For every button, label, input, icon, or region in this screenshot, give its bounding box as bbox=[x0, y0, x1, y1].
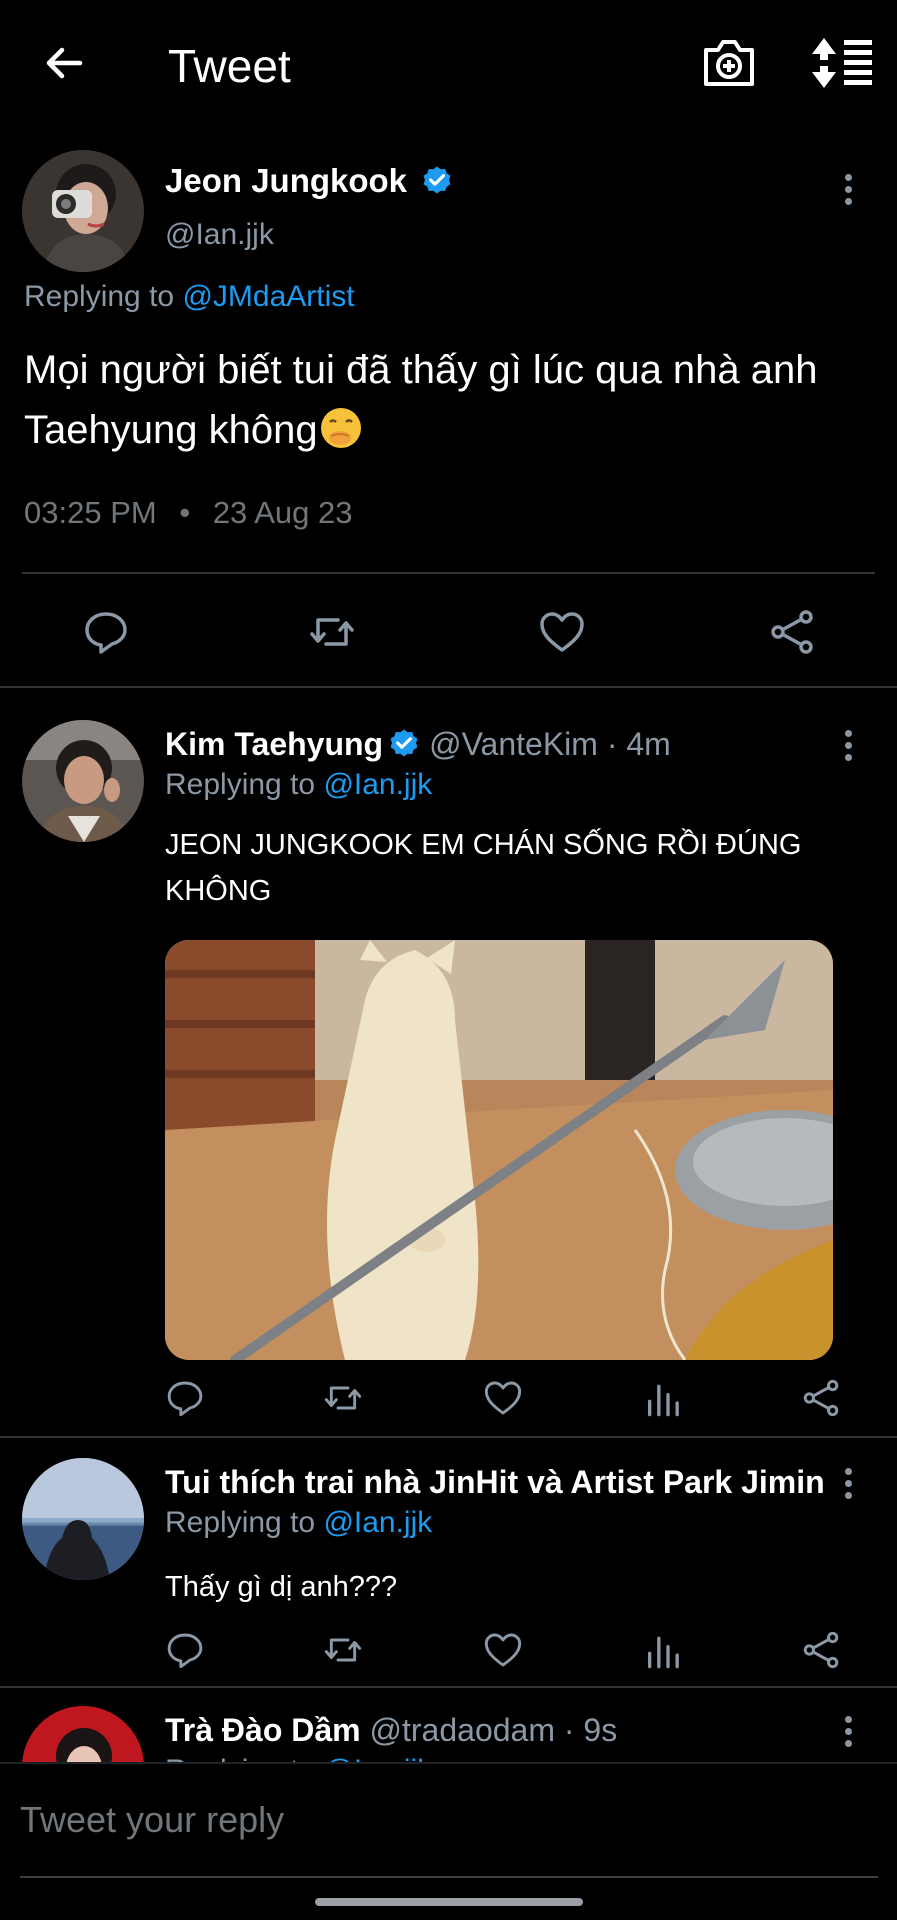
avatar[interactable] bbox=[22, 1458, 144, 1580]
author-handle[interactable]: @Ian.jjk bbox=[165, 218, 274, 252]
reply-tweet[interactable]: Trà Đào Dầm @tradaodam · 9s Replying to … bbox=[0, 1688, 897, 1762]
stats-icon[interactable] bbox=[643, 1378, 683, 1418]
tweet-text: JEON JUNGKOOK EM CHÁN SỐNG RỒI ĐÚNG KHÔN… bbox=[165, 829, 802, 907]
replying-to: Replying to @Ian.jjk bbox=[165, 1754, 432, 1762]
arrow-left-icon[interactable] bbox=[40, 38, 90, 88]
share-icon[interactable] bbox=[801, 1378, 841, 1418]
tweet-actions bbox=[165, 1376, 855, 1426]
avatar[interactable] bbox=[22, 1706, 144, 1762]
relative-time: · 9s bbox=[563, 1712, 618, 1748]
like-icon[interactable] bbox=[538, 608, 586, 656]
sort-list-icon[interactable] bbox=[810, 36, 874, 90]
replying-to-label: Replying to bbox=[165, 1754, 315, 1762]
like-icon[interactable] bbox=[483, 1378, 523, 1418]
replying-to-label: Replying to bbox=[165, 768, 316, 801]
face-with-hand-over-mouth-icon bbox=[320, 408, 361, 448]
reply-header: Tui thích trai nhà JinHit và Artist Park… bbox=[165, 1464, 825, 1501]
replying-to-label: Replying to bbox=[165, 1506, 316, 1539]
author-name-text: Jeon Jungkook bbox=[165, 162, 408, 199]
like-icon[interactable] bbox=[483, 1630, 523, 1670]
more-options-icon[interactable] bbox=[842, 1716, 854, 1750]
author-handle[interactable]: @tradaodam bbox=[370, 1712, 555, 1748]
divider bbox=[22, 572, 875, 574]
timestamp-time: 03:25 PM bbox=[24, 495, 157, 530]
tweet-text-content: Mọi người biết tui đã thấy gì lúc qua nh… bbox=[24, 348, 818, 452]
replying-to-link[interactable]: @Ian.jjk bbox=[323, 1754, 432, 1762]
composer-underline bbox=[20, 1876, 878, 1878]
tweet-text: Mọi người biết tui đã thấy gì lúc qua nh… bbox=[24, 340, 874, 460]
tweet-actions bbox=[165, 1628, 855, 1678]
retweet-icon[interactable] bbox=[308, 608, 356, 656]
replying-to-link[interactable]: @Ian.jjk bbox=[323, 768, 432, 801]
tweet-actions bbox=[0, 600, 897, 680]
reply-icon[interactable] bbox=[165, 1630, 205, 1670]
author-name[interactable]: Tui thích trai nhà JinHit và Artist Park… bbox=[165, 1464, 825, 1500]
more-options-icon[interactable] bbox=[842, 174, 854, 208]
replying-to-link[interactable]: @Ian.jjk bbox=[323, 1506, 432, 1539]
replying-to-label: Replying to bbox=[24, 280, 175, 313]
home-indicator[interactable] bbox=[315, 1898, 583, 1906]
top-bar: Tweet bbox=[0, 0, 897, 130]
page-title: Tweet bbox=[168, 40, 291, 92]
avatar[interactable] bbox=[22, 150, 144, 272]
share-icon[interactable] bbox=[768, 608, 816, 656]
author-name[interactable]: Trà Đào Dầm bbox=[165, 1712, 361, 1748]
verified-badge-icon bbox=[390, 729, 418, 757]
share-icon[interactable] bbox=[801, 1630, 841, 1670]
author-handle[interactable]: @VanteKim bbox=[429, 726, 598, 762]
reply-composer bbox=[0, 1762, 897, 1920]
reply-header: Trà Đào Dầm @tradaodam · 9s bbox=[165, 1712, 617, 1749]
reply-input[interactable] bbox=[20, 1790, 860, 1850]
camera-add-icon[interactable] bbox=[700, 36, 758, 90]
verified-badge-icon bbox=[423, 166, 451, 194]
reply-icon[interactable] bbox=[165, 1378, 205, 1418]
replying-to: Replying to @JMdaArtist bbox=[24, 280, 355, 314]
author-name[interactable]: Kim Taehyung bbox=[165, 726, 383, 762]
tweet-text: Thấy gì dị anh??? bbox=[165, 1571, 398, 1603]
timestamp-date: 23 Aug 23 bbox=[212, 495, 353, 530]
reply-header: Kim Taehyung @VanteKim · 4m bbox=[165, 726, 671, 763]
reply-icon[interactable] bbox=[82, 608, 130, 656]
divider bbox=[0, 1436, 897, 1438]
retweet-icon[interactable] bbox=[323, 1378, 363, 1418]
author-name[interactable]: Jeon Jungkook bbox=[165, 162, 454, 200]
replying-to-link[interactable]: @JMdaArtist bbox=[182, 280, 354, 313]
relative-time: · 4m bbox=[606, 726, 671, 762]
retweet-icon[interactable] bbox=[323, 1630, 363, 1670]
more-options-icon[interactable] bbox=[842, 1468, 854, 1502]
tweet-media-image[interactable] bbox=[165, 940, 833, 1360]
timestamp-dot: • bbox=[179, 495, 191, 530]
replying-to: Replying to @Ian.jjk bbox=[165, 1506, 432, 1540]
divider bbox=[0, 686, 897, 688]
timestamp: 03:25 PM • 23 Aug 23 bbox=[24, 495, 352, 531]
more-options-icon[interactable] bbox=[842, 730, 854, 764]
stats-icon[interactable] bbox=[643, 1630, 683, 1670]
replying-to: Replying to @Ian.jjk bbox=[165, 768, 432, 802]
avatar[interactable] bbox=[22, 720, 144, 842]
